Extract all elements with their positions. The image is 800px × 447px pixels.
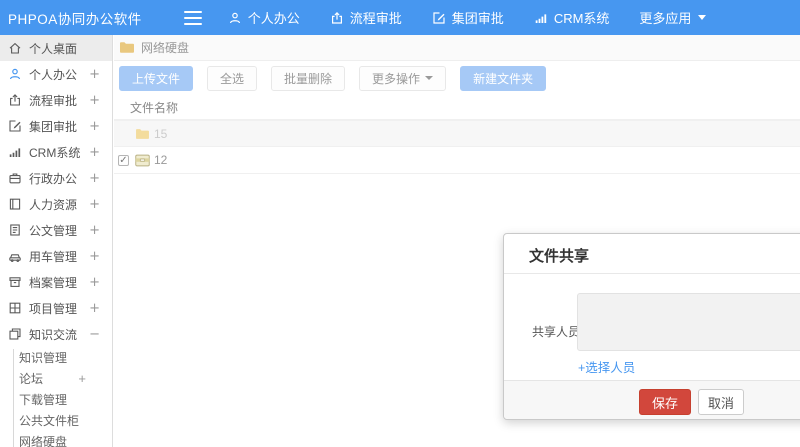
- expand-plus[interactable]: +: [89, 119, 100, 134]
- batch-delete-button[interactable]: 批量删除: [271, 65, 346, 91]
- sidebar-item-hr[interactable]: 人力资源 +: [0, 191, 112, 217]
- sidebar-subitem-download-mgmt[interactable]: 下载管理: [0, 389, 112, 410]
- expand-plus[interactable]: +: [89, 171, 100, 186]
- bar-chart-icon: [9, 148, 21, 157]
- expand-minus[interactable]: −: [89, 327, 100, 342]
- file-table: 文件名称 15 ✓ 12: [114, 95, 800, 174]
- home-icon: [9, 42, 21, 54]
- copy-icon: [9, 328, 21, 340]
- breadcrumb-current[interactable]: 网络硬盘: [141, 39, 189, 56]
- table-row-folder-15[interactable]: 15: [114, 120, 800, 147]
- sidebar-item-group-approval[interactable]: 集团审批 +: [0, 113, 112, 139]
- expand-plus[interactable]: +: [89, 197, 100, 212]
- caret-down-icon: [698, 15, 707, 20]
- user-icon: [10, 68, 20, 80]
- topnav-more-apps[interactable]: 更多应用: [639, 8, 707, 27]
- expand-plus[interactable]: +: [89, 93, 100, 108]
- sidebar-item-document-mgmt[interactable]: 公文管理 +: [0, 217, 112, 243]
- file-name[interactable]: 12: [154, 153, 167, 167]
- sidebar-item-workflow-approval[interactable]: 流程审批 +: [0, 87, 112, 113]
- save-button[interactable]: 保存: [639, 389, 692, 415]
- briefcase-icon: [9, 173, 21, 184]
- file-table-header: 文件名称: [114, 95, 800, 120]
- cancel-button[interactable]: 取消: [698, 389, 745, 415]
- hamburger-menu-icon[interactable]: [183, 10, 202, 25]
- share-members-field[interactable]: [577, 293, 800, 351]
- expand-plus[interactable]: +: [89, 249, 100, 264]
- caret-down-icon: [425, 76, 434, 80]
- sidebar-subitem-network-disk[interactable]: 网络硬盘: [0, 431, 112, 447]
- topnav-group-approval[interactable]: 集团审批: [432, 8, 504, 27]
- document-icon: [10, 224, 20, 236]
- sidebar-subitem-knowledge-mgmt[interactable]: 知识管理: [0, 347, 112, 368]
- share-members-label: 共享人员: [532, 325, 581, 339]
- grid-icon: [9, 302, 21, 314]
- archive-icon: [9, 277, 21, 287]
- bar-chart-icon: [535, 13, 547, 23]
- file-name[interactable]: 15: [154, 127, 167, 141]
- modal-footer: 保存 取消: [504, 380, 800, 419]
- select-all-button[interactable]: 全选: [207, 65, 258, 91]
- approval-flow-icon: [10, 94, 20, 106]
- knowledge-submenu: 知识管理 论坛 + 下载管理 公共文件柜 网络硬盘: [0, 347, 112, 447]
- expand-plus[interactable]: +: [89, 223, 100, 238]
- table-row-file-12[interactable]: ✓ 12: [114, 147, 800, 174]
- topnav-crm[interactable]: CRM系统: [534, 8, 609, 27]
- expand-plus[interactable]: +: [78, 371, 86, 386]
- expand-plus[interactable]: +: [89, 145, 100, 160]
- sidebar-subitem-public-cabinet[interactable]: 公共文件柜: [0, 410, 112, 431]
- edit-icon: [9, 120, 21, 132]
- car-icon: [9, 254, 21, 262]
- sidebar-item-knowledge-exchange[interactable]: 知识交流 −: [0, 321, 112, 347]
- folder-icon: [120, 42, 134, 53]
- topnav-personal-office[interactable]: 个人办公: [228, 8, 300, 27]
- upload-file-button[interactable]: 上传文件: [119, 65, 194, 91]
- sidebar-item-crm[interactable]: CRM系统 +: [0, 139, 112, 165]
- expand-plus[interactable]: +: [89, 275, 100, 290]
- sidebar-item-archive-mgmt[interactable]: 档案管理 +: [0, 269, 112, 295]
- edit-icon: [433, 11, 445, 24]
- sidebar-item-vehicle-mgmt[interactable]: 用车管理 +: [0, 243, 112, 269]
- user-icon: [229, 12, 240, 23]
- book-icon: [9, 198, 21, 210]
- expand-plus[interactable]: +: [89, 67, 100, 82]
- archive-file-icon: [135, 154, 150, 166]
- file-toolbar: 上传文件 全选 批量删除 更多操作 新建文件夹: [114, 61, 800, 95]
- app-logo: PHPOA协同办公软件: [8, 11, 142, 27]
- file-share-modal: 文件共享 共享人员 +选择人员 保存 取消: [503, 233, 800, 420]
- modal-title: 文件共享: [529, 248, 590, 265]
- row-checkbox[interactable]: ✓: [118, 154, 129, 166]
- top-nav: 个人办公 流程审批 集团审批 CRM系统 更多应用: [228, 8, 737, 27]
- new-folder-button[interactable]: 新建文件夹: [460, 65, 547, 91]
- topbar: PHPOA协同办公软件 个人办公 流程审批 集团审批 CRM系统 更多应用: [0, 0, 800, 35]
- expand-plus[interactable]: +: [89, 301, 100, 316]
- topnav-workflow-approval[interactable]: 流程审批: [330, 8, 402, 27]
- choose-members-link[interactable]: +选择人员: [578, 357, 635, 376]
- sidebar-item-admin-office[interactable]: 行政办公 +: [0, 165, 112, 191]
- column-file-name: 文件名称: [130, 100, 179, 115]
- more-operations-button[interactable]: 更多操作: [359, 65, 447, 91]
- app-window: PHPOA协同办公软件 个人办公 流程审批 集团审批 CRM系统 更多应用 个人…: [0, 0, 800, 447]
- sidebar-subitem-forum[interactable]: 论坛 +: [0, 368, 112, 389]
- breadcrumb: 网络硬盘: [114, 35, 800, 61]
- folder-icon: [136, 128, 149, 139]
- sidebar-item-project-mgmt[interactable]: 项目管理 +: [0, 295, 112, 321]
- modal-header: 文件共享: [504, 234, 800, 274]
- sidebar-item-personal-office[interactable]: 个人办公 +: [0, 61, 112, 87]
- approval-flow-icon: [331, 11, 342, 24]
- sidebar-item-personal-desktop[interactable]: 个人桌面: [0, 35, 112, 61]
- sidebar: 个人桌面 个人办公 + 流程审批 + 集团审批 + CRM系统 + 行政办公 +: [0, 35, 113, 447]
